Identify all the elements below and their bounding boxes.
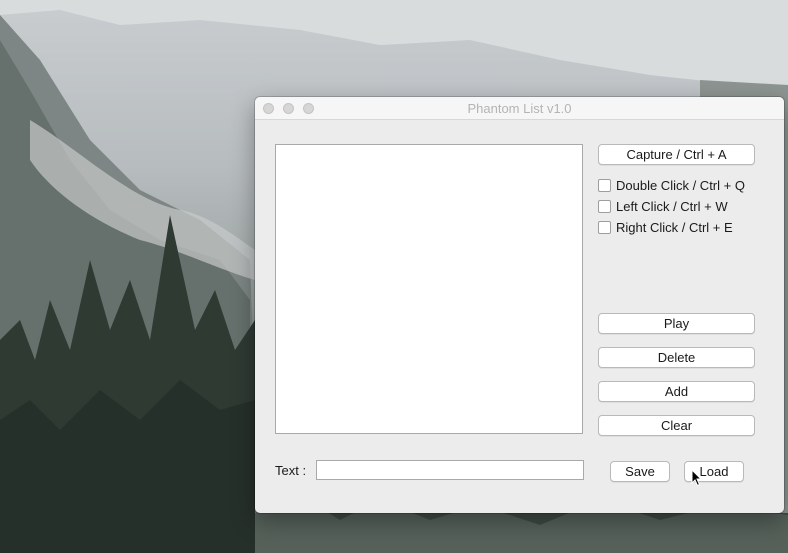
left-click-checkbox[interactable] bbox=[598, 199, 611, 213]
checkbox-row-left-click[interactable]: Left Click / Ctrl + W bbox=[598, 198, 728, 214]
right-click-label: Right Click / Ctrl + E bbox=[616, 219, 733, 235]
action-list[interactable] bbox=[275, 144, 583, 434]
right-click-checkbox[interactable] bbox=[598, 220, 611, 234]
capture-button[interactable]: Capture / Ctrl + A bbox=[598, 144, 755, 165]
text-input[interactable] bbox=[316, 460, 584, 480]
add-button[interactable]: Add bbox=[598, 381, 755, 402]
clear-button[interactable]: Clear bbox=[598, 415, 755, 436]
text-label: Text : bbox=[275, 463, 307, 478]
double-click-label: Double Click / Ctrl + Q bbox=[616, 177, 745, 193]
left-click-label: Left Click / Ctrl + W bbox=[616, 198, 728, 214]
app-window: Phantom List v1.0 Capture / Ctrl + A Dou… bbox=[255, 97, 784, 513]
delete-button[interactable]: Delete bbox=[598, 347, 755, 368]
checkbox-row-right-click[interactable]: Right Click / Ctrl + E bbox=[598, 219, 733, 235]
double-click-checkbox[interactable] bbox=[598, 178, 611, 192]
save-button[interactable]: Save bbox=[610, 461, 670, 482]
mouse-cursor-icon bbox=[691, 469, 703, 487]
checkbox-row-double-click[interactable]: Double Click / Ctrl + Q bbox=[598, 177, 745, 193]
play-button[interactable]: Play bbox=[598, 313, 755, 334]
window-title: Phantom List v1.0 bbox=[467, 101, 572, 116]
title-bar[interactable]: Phantom List v1.0 bbox=[255, 97, 784, 120]
